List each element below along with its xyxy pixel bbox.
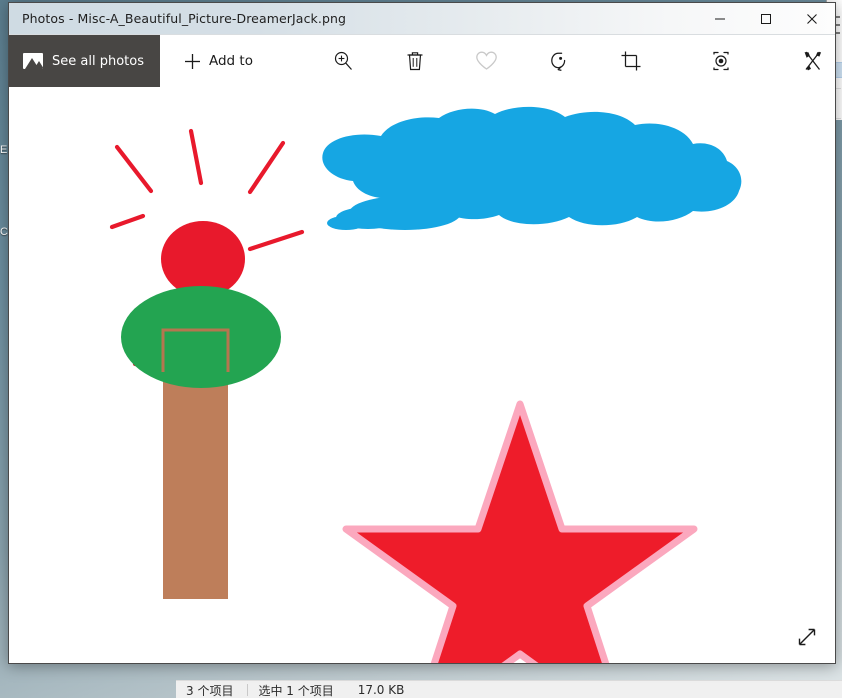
sun-ray: [114, 144, 154, 194]
background-explorer-statusbar: 3 个项目 选中 1 个项目 17.0 KB: [176, 680, 842, 698]
sun-ray: [109, 213, 146, 230]
rotate-icon: [551, 52, 566, 72]
sun-ray: [188, 128, 204, 186]
crop-icon: [621, 51, 641, 71]
window-controls: [697, 3, 835, 34]
sun-ray: [247, 229, 305, 252]
delete-icon: [407, 52, 423, 71]
enhance-button[interactable]: [699, 35, 743, 87]
window-titlebar[interactable]: Photos - Misc-A_Beautiful_Picture-Dreame…: [9, 3, 835, 35]
add-to-label: Add to: [208, 53, 253, 69]
star-group: [342, 400, 698, 663]
enhance-icon: [713, 51, 729, 71]
resize-expand-icon: [798, 628, 816, 646]
cloud-group: [322, 106, 742, 230]
heart-icon: [476, 51, 498, 70]
see-all-photos-label: See all photos: [52, 53, 144, 69]
tree-canopy: [121, 286, 281, 388]
cloud-tail: [327, 216, 365, 230]
statusbar-selection: 选中 1 个项目: [258, 683, 334, 698]
close-icon: [807, 13, 817, 24]
star-shape: [342, 400, 698, 663]
photos-window: Photos - Misc-A_Beautiful_Picture-Dreame…: [8, 2, 836, 664]
minimize-icon: [715, 18, 725, 19]
sun-ray: [247, 140, 286, 195]
rotate-button[interactable]: [537, 35, 581, 87]
statusbar-size: 17.0 KB: [357, 683, 405, 697]
photos-toolbar: See all photos Add to: [9, 35, 835, 87]
picture-drawing: [109, 106, 742, 663]
see-all-photos-button[interactable]: See all photos: [9, 35, 160, 87]
zoom-button[interactable]: [321, 35, 365, 87]
crop-button[interactable]: [609, 35, 653, 87]
maximize-button[interactable]: [743, 3, 789, 34]
plus-icon: [184, 53, 200, 69]
toolbar-actions: [321, 35, 836, 87]
draw-button[interactable]: [791, 35, 835, 87]
zoom-in-icon: [334, 51, 352, 70]
minimize-button[interactable]: [697, 3, 743, 34]
add-to-button[interactable]: Add to: [168, 35, 269, 87]
window-title: Photos - Misc-A_Beautiful_Picture-Dreame…: [22, 11, 347, 26]
delete-button[interactable]: [393, 35, 437, 87]
favorite-button[interactable]: [465, 35, 509, 87]
maximize-icon: [761, 13, 771, 24]
photo-mountain-icon: [23, 53, 43, 69]
desktop-icon-fragment-1: E: [0, 144, 8, 156]
draw-icon: [804, 51, 822, 71]
resize-expand-button[interactable]: [793, 623, 821, 651]
draw-more-button[interactable]: [835, 35, 836, 87]
tree-trunk: [163, 372, 228, 599]
sun-disc: [161, 221, 245, 297]
image-canvas[interactable]: [9, 87, 835, 663]
tree-group: [121, 286, 281, 599]
desktop-icon-fragment-2: C: [0, 226, 8, 238]
close-button[interactable]: [789, 3, 835, 34]
statusbar-item-count: 3 个项目: [186, 683, 234, 698]
